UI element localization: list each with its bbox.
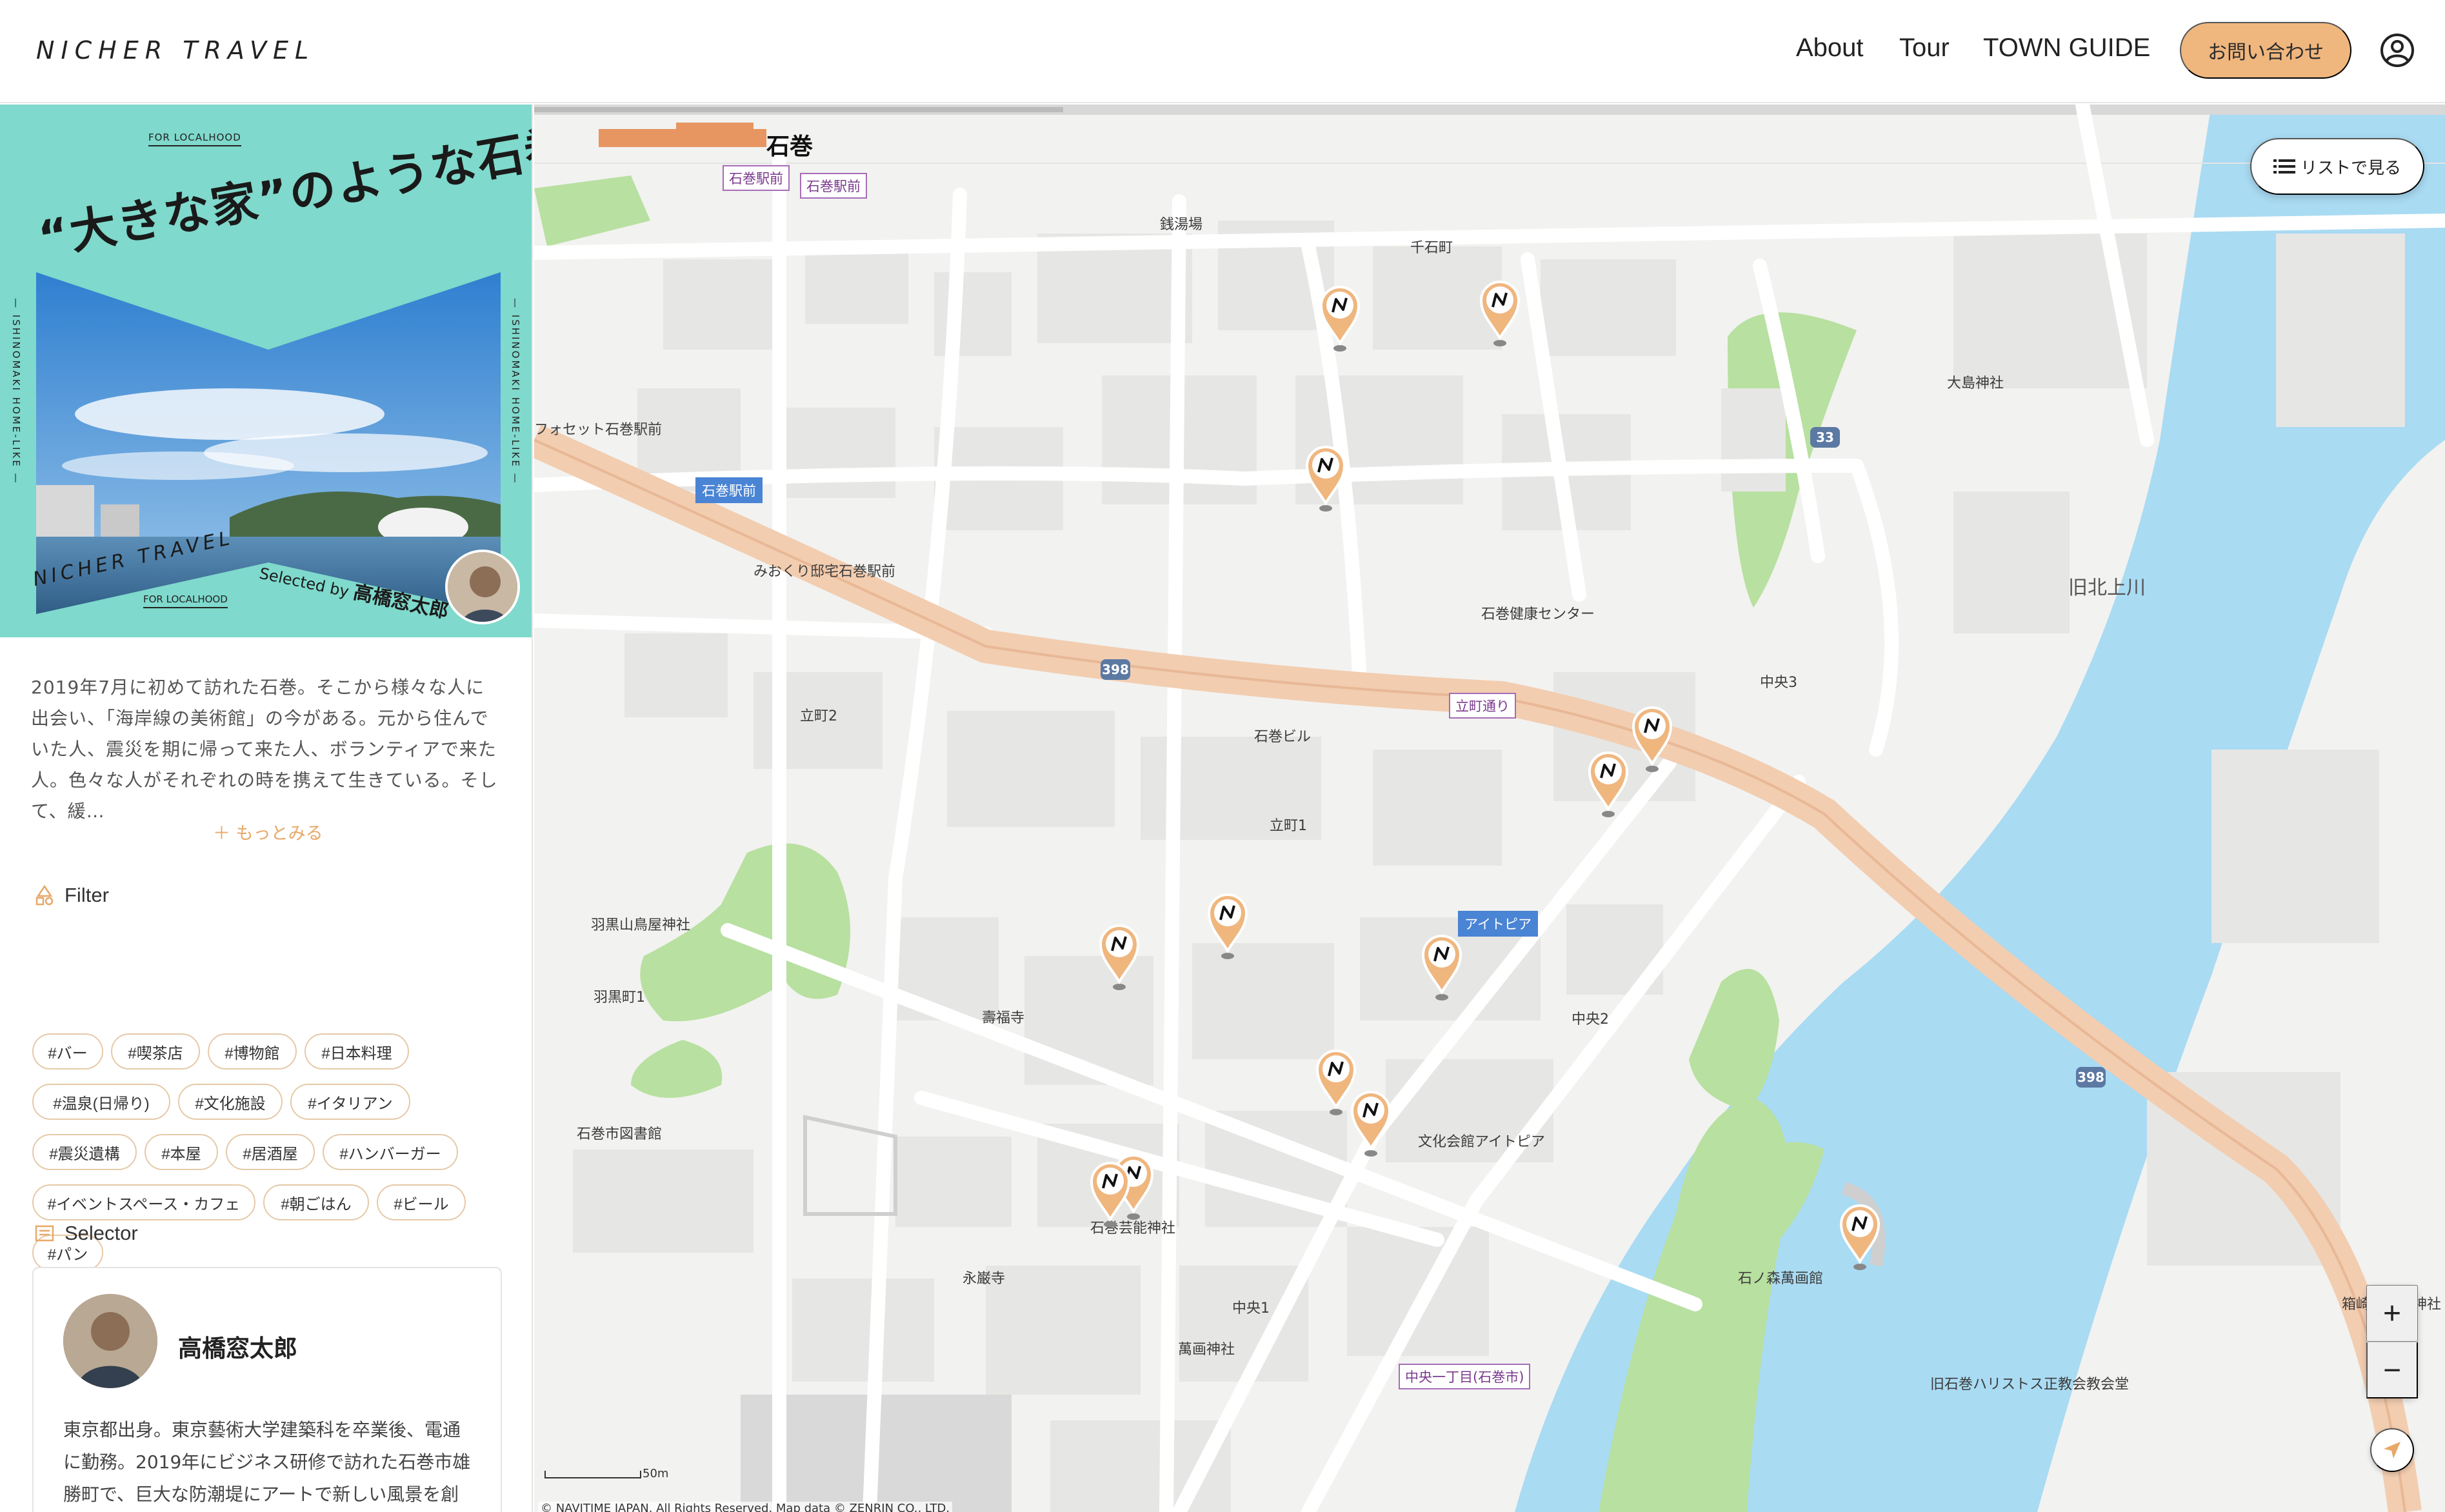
tag-bookstore[interactable]: #本屋 <box>145 1134 218 1170</box>
nav-town-guide-link[interactable]: TOWN GUIDE <box>1983 34 2150 63</box>
cover-tagline: FOR LOCALHOOD <box>148 132 241 146</box>
cover-title: “大きな家”のような石巻 <box>34 118 533 266</box>
location-arrow-icon <box>2384 1442 2400 1458</box>
site-logo[interactable]: NICHER TRAVEL <box>36 36 315 65</box>
zoom-controls: + − <box>2366 1285 2418 1398</box>
bus-stop-ekimae[interactable]: 石巻駅前 <box>800 173 867 199</box>
guide-description: 2019年7月に初めて訪れた石巻。そこから様々な人に出会い、「海岸線の美術館」の… <box>31 677 498 822</box>
bus-stop-ekimae[interactable]: 石巻駅前 <box>695 477 763 503</box>
sidebar: FOR LOCALHOOD “大きな家”のような石巻 — ISHINOMAKI … <box>0 104 533 1512</box>
map-label-sengokucho: 千石町 <box>1410 240 1453 256</box>
map-label-haguro-shrine: 羽黒山鳥屋神社 <box>591 917 691 933</box>
nicher-pin-icon[interactable] <box>1089 1160 1132 1229</box>
cover-side-text-right: — ISHINOMAKI HOME-LIKE — <box>510 298 521 485</box>
bus-stop-ekimae[interactable]: 石巻駅前 <box>723 165 790 191</box>
nicher-pin-icon[interactable] <box>1098 922 1141 992</box>
selector-card[interactable]: 高橋窓太郎 東京都出身。東京藝術大学建築科を卒業後、電通に勤務。2019年にビジ… <box>32 1267 502 1512</box>
shapes-icon <box>35 884 54 906</box>
map-label-eiganji: 永巌寺 <box>963 1271 1006 1287</box>
filter-label: Filter <box>65 884 109 906</box>
selector-label: Selector <box>65 1222 138 1244</box>
nicher-pin-icon[interactable] <box>1839 1202 1881 1272</box>
tag-museum[interactable]: #博物館 <box>208 1033 297 1069</box>
tag-italian[interactable]: #イタリアン <box>290 1084 410 1120</box>
map-label-mangakan: 石ノ森萬画館 <box>1738 1271 1824 1287</box>
map-label-kitakami-river: 旧北上川 <box>2068 577 2146 599</box>
map-label-harist: 旧石巻ハリストス正教会教会堂 <box>1930 1377 2130 1393</box>
map-label-kenko-center: 石巻健康センター <box>1481 606 1595 622</box>
map-label-mangoku-jinja: 萬画神社 <box>1178 1342 1235 1358</box>
map-label-library: 石巻市図書館 <box>577 1126 663 1142</box>
selector-name: 高橋窓太郎 <box>178 1335 297 1362</box>
list-view-button[interactable]: リストで見る <box>2250 138 2424 195</box>
site-header: NICHER TRAVEL About Tour TOWN GUIDE お問い合… <box>0 0 2445 103</box>
nicher-pin-icon[interactable] <box>1206 891 1249 961</box>
guide-cover-image: FOR LOCALHOOD “大きな家”のような石巻 — ISHINOMAKI … <box>0 104 533 637</box>
locate-button[interactable] <box>2370 1428 2414 1472</box>
tag-kissaten[interactable]: #喫茶店 <box>111 1033 200 1069</box>
route-badge-398: 398 <box>1101 659 1130 680</box>
nav-tour-link[interactable]: Tour <box>1899 34 1950 63</box>
map-label-chuo2: 中央2 <box>1572 1011 1609 1028</box>
tag-onsen[interactable]: #温泉(日帰り) <box>32 1084 170 1120</box>
selector-avatar <box>63 1294 157 1388</box>
zoom-in-button[interactable]: + <box>2366 1285 2418 1342</box>
read-more-link[interactable]: ＋ もっとみる <box>213 819 323 844</box>
map-label-tachimachi2: 立町2 <box>800 708 837 724</box>
tag-disaster[interactable]: #震災遺構 <box>32 1134 137 1170</box>
tag-event-cafe[interactable]: #イベントスペース・カフェ <box>32 1184 255 1220</box>
contact-button[interactable]: お問い合わせ <box>2180 22 2351 79</box>
list-icon <box>2273 159 2295 174</box>
list-card-icon <box>35 1225 54 1242</box>
map-scale-label: 50m <box>643 1467 669 1480</box>
bus-stop-tachimachi[interactable]: 立町通り <box>1449 693 1516 719</box>
map-view[interactable]: 石巻 銭湯場 千石町 大島神社 フォセット石巻駅前 みおくり邸宅石巻駅前 石巻健… <box>534 104 2445 1512</box>
user-circle-icon[interactable] <box>2379 32 2415 68</box>
map-scale-bar <box>544 1471 641 1478</box>
selector-bio: 東京都出身。東京藝術大学建築科を卒業後、電通に勤務。2019年にビジネス研修で訪… <box>63 1419 471 1505</box>
nicher-pin-icon[interactable] <box>1587 750 1630 819</box>
nicher-pin-icon[interactable] <box>1631 704 1673 774</box>
tag-japanese[interactable]: #日本料理 <box>304 1033 409 1069</box>
map-label-jufukuji: 壽福寺 <box>982 1010 1025 1026</box>
tag-beer[interactable]: #ビール <box>377 1184 466 1220</box>
cover-avatar <box>445 550 520 624</box>
map-copyright: © NAVITIME JAPAN, All Rights Reserved. M… <box>538 1502 953 1512</box>
nicher-pin-icon[interactable] <box>1319 284 1361 353</box>
cover-footer-tagline: FOR LOCALHOOD <box>143 593 228 608</box>
nicher-pin-icon[interactable] <box>1421 933 1463 1002</box>
map-label-fosset: フォセット石巻駅前 <box>534 422 663 438</box>
map-label-haguro1: 羽黒町1 <box>594 990 645 1006</box>
zoom-out-button[interactable]: − <box>2366 1342 2418 1398</box>
app-root: NICHER TRAVEL About Tour TOWN GUIDE お問い合… <box>0 0 2445 1512</box>
nicher-pin-icon[interactable] <box>1350 1089 1392 1159</box>
filter-heading: Filter <box>34 884 109 907</box>
map-label-bunka-kaikan: 文化会館アイトピア <box>1418 1134 1545 1150</box>
map-label-miokuri: みおくり邸宅石巻駅前 <box>753 564 896 580</box>
nav-about-link[interactable]: About <box>1796 34 1864 63</box>
route-badge-33: 33 <box>1810 427 1840 448</box>
map-label-tachimachi1: 立町1 <box>1270 818 1307 834</box>
tag-hamburger[interactable]: #ハンバーガー <box>323 1134 458 1170</box>
bus-stop-aitopia[interactable]: アイトピア <box>1458 911 1538 937</box>
map-label-chuo3: 中央3 <box>1760 675 1797 691</box>
bus-stop-chuo1chome[interactable]: 中央一丁目(石巻市) <box>1399 1364 1531 1389</box>
tag-breakfast[interactable]: #朝ごはん <box>263 1184 369 1220</box>
nicher-pin-icon[interactable] <box>1304 444 1347 513</box>
map-label-senzeniba: 銭湯場 <box>1160 217 1203 233</box>
tag-culture[interactable]: #文化施設 <box>178 1084 283 1120</box>
station-label[interactable]: 石巻 <box>766 128 813 161</box>
selector-heading: Selector <box>34 1222 138 1245</box>
map-label-ishinomaki-bldg: 石巻ビル <box>1254 729 1312 745</box>
map-label-chuo1: 中央1 <box>1232 1300 1270 1317</box>
route-badge-398: 398 <box>2076 1067 2106 1088</box>
tag-bar[interactable]: #バー <box>32 1033 103 1069</box>
tag-izakaya[interactable]: #居酒屋 <box>226 1134 315 1170</box>
list-view-label: リストで見る <box>2300 157 2401 177</box>
nicher-pin-icon[interactable] <box>1479 279 1521 348</box>
map-label-oshima-jinja: 大島神社 <box>1947 375 2004 392</box>
cover-side-text-left: — ISHINOMAKI HOME-LIKE — <box>10 298 22 485</box>
